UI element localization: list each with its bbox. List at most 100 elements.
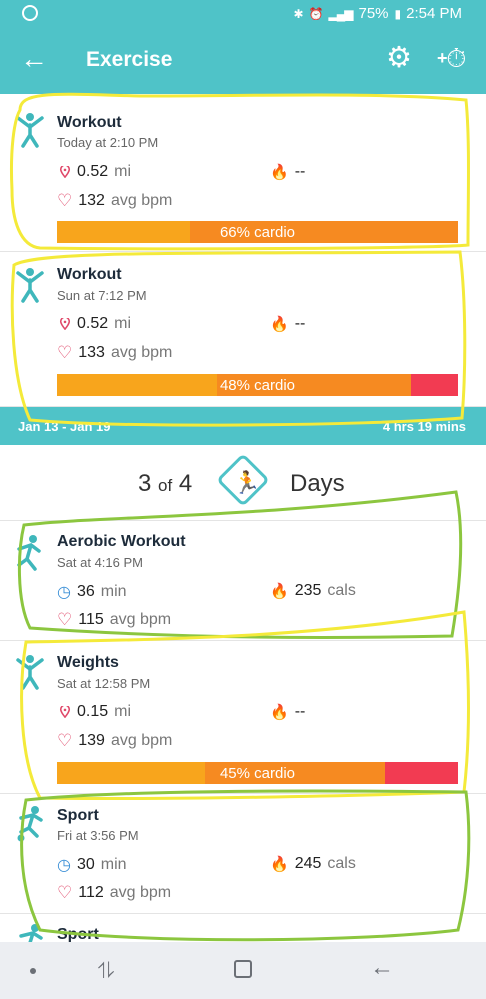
distance-value: 0.15 bbox=[77, 703, 109, 720]
workout-person-icon bbox=[16, 655, 44, 690]
exercise-time: Fri at 3:56 PM bbox=[57, 828, 139, 843]
week-summary-bar: Jan 13 - Jan 19 4 hrs 19 mins bbox=[0, 407, 486, 445]
battery-icon: ▮ bbox=[394, 6, 402, 21]
calories-stat: 🔥 -- bbox=[270, 315, 305, 333]
workout-person-icon bbox=[16, 268, 44, 303]
flame-icon: 🔥 bbox=[270, 164, 289, 181]
calories-value: -- bbox=[294, 163, 306, 180]
status-bar: ✱ ⏰ ▂▄▆ 75% ▮ 2:54 PM bbox=[0, 0, 486, 28]
week-total-duration: 4 hrs 19 mins bbox=[382, 419, 466, 434]
distance-value: 0.52 bbox=[77, 315, 109, 332]
distance-unit: mi bbox=[114, 163, 132, 180]
cardio-label: 48% cardio bbox=[219, 377, 296, 394]
heart-rate-stat: ♡ 112 avg bpm bbox=[57, 883, 171, 903]
calories-value: -- bbox=[294, 703, 306, 720]
heart-rate-stat: ♡ 133 avg bpm bbox=[57, 343, 172, 363]
exercise-card[interactable]: Workout Sun at 7:12 PM 0.52 mi 🔥 -- ♡ 13… bbox=[0, 252, 486, 407]
exercise-name: Workout bbox=[57, 266, 122, 283]
days-count: 3 of 4 bbox=[138, 470, 192, 498]
heart-icon: ♡ bbox=[57, 610, 73, 629]
flame-icon: 🔥 bbox=[270, 316, 289, 333]
bpm-unit: avg bpm bbox=[110, 732, 173, 749]
duration-unit: min bbox=[100, 856, 127, 873]
exercise-card[interactable]: Sport bbox=[0, 914, 486, 942]
days-achieved: 3 bbox=[138, 470, 152, 497]
distance-stat: 0.52 mi bbox=[59, 315, 131, 333]
flame-icon: 🔥 bbox=[270, 856, 289, 873]
clock-icon: ◷ bbox=[57, 857, 71, 874]
add-stopwatch-icon[interactable]: + ⏱ bbox=[437, 42, 467, 74]
bpm-unit: avg bpm bbox=[109, 611, 172, 628]
exercise-name: Sport bbox=[57, 807, 99, 824]
heart-icon: ♡ bbox=[57, 191, 73, 210]
bpm-unit: avg bpm bbox=[110, 344, 173, 361]
duration-stat: ◷ 30 min bbox=[57, 855, 127, 875]
exercise-card[interactable]: Workout Today at 2:10 PM 0.52 mi 🔥 -- ♡ … bbox=[0, 94, 486, 252]
clock-time: 2:54 PM bbox=[406, 5, 462, 22]
nav-back-icon[interactable]: ← bbox=[370, 954, 394, 982]
page-title: Exercise bbox=[86, 48, 173, 71]
workout-person-icon bbox=[16, 113, 44, 148]
exercise-name: Sport bbox=[57, 926, 99, 942]
heart-rate-stat: ♡ 115 avg bpm bbox=[57, 610, 171, 630]
location-pin-icon bbox=[59, 706, 71, 718]
calories-stat: 🔥 -- bbox=[270, 703, 305, 721]
home-icon[interactable] bbox=[234, 960, 252, 978]
week-range: Jan 13 - Jan 19 bbox=[18, 419, 111, 434]
exercise-card[interactable]: Sport Fri at 3:56 PM ◷ 30 min 🔥 245 cals… bbox=[0, 794, 486, 914]
duration-value: 30 bbox=[76, 856, 95, 873]
calories-stat: 🔥 235 cals bbox=[270, 582, 356, 600]
distance-unit: mi bbox=[114, 703, 132, 720]
distance-stat: 0.52 mi bbox=[59, 163, 131, 181]
exercise-time: Sun at 7:12 PM bbox=[57, 288, 147, 303]
heart-rate-stat: ♡ 132 avg bpm bbox=[57, 191, 172, 211]
running-icon: 🏃 bbox=[233, 470, 261, 495]
heart-icon: ♡ bbox=[57, 883, 73, 902]
cardio-label: 66% cardio bbox=[219, 224, 296, 241]
days-of-text: of bbox=[158, 476, 173, 495]
calories-value: 235 bbox=[294, 582, 322, 599]
calories-unit: cals bbox=[327, 855, 356, 872]
heart-icon: ♡ bbox=[57, 731, 73, 750]
exercise-time: Sat at 12:58 PM bbox=[57, 676, 151, 691]
exercise-card[interactable]: Aerobic Workout Sat at 4:16 PM ◷ 36 min … bbox=[0, 521, 486, 641]
sport-icon bbox=[19, 924, 43, 942]
cardio-bar: 45% cardio bbox=[57, 762, 458, 784]
signal-icon: ▂▄▆ bbox=[328, 6, 354, 21]
days-goal: 4 bbox=[178, 470, 193, 497]
bpm-value: 139 bbox=[78, 732, 105, 749]
bpm-value: 112 bbox=[78, 884, 104, 901]
distance-value: 0.52 bbox=[77, 163, 109, 180]
distance-unit: mi bbox=[114, 315, 132, 332]
exercise-name: Workout bbox=[57, 114, 122, 131]
heart-icon: ♡ bbox=[57, 343, 73, 362]
battery-percent: 75% bbox=[358, 5, 389, 22]
exercise-name: Weights bbox=[57, 654, 119, 671]
system-nav-bar: ⥮ ← bbox=[0, 942, 486, 999]
exercise-name: Aerobic Workout bbox=[57, 533, 186, 550]
bpm-unit: avg bpm bbox=[109, 884, 172, 901]
duration-stat: ◷ 36 min bbox=[57, 582, 127, 602]
cardio-bar: 48% cardio bbox=[57, 374, 458, 396]
back-arrow-icon[interactable]: ← bbox=[20, 45, 48, 73]
exercise-time: Sat at 4:16 PM bbox=[57, 555, 143, 570]
bpm-value: 115 bbox=[78, 611, 104, 628]
running-icon bbox=[17, 535, 41, 571]
duration-unit: min bbox=[100, 583, 127, 600]
clock-icon: ◷ bbox=[57, 584, 71, 601]
exercise-card[interactable]: Weights Sat at 12:58 PM 0.15 mi 🔥 -- ♡ 1… bbox=[0, 641, 486, 794]
nav-dot-icon bbox=[30, 968, 36, 974]
bpm-value: 133 bbox=[78, 344, 105, 361]
days-goal-row: 3 of 4 🏃 Days bbox=[0, 445, 486, 521]
calories-unit: cals bbox=[327, 582, 356, 599]
alarm-icon: ⏰ bbox=[308, 6, 324, 21]
flame-icon: 🔥 bbox=[270, 704, 289, 721]
recent-apps-icon[interactable]: ⥮ bbox=[98, 958, 114, 984]
app-bar: ← Exercise ⚙ + ⏱ bbox=[0, 28, 486, 94]
flame-icon: 🔥 bbox=[270, 583, 289, 600]
cardio-bar: 66% cardio bbox=[57, 221, 458, 243]
calories-value: -- bbox=[294, 315, 306, 332]
duration-value: 36 bbox=[76, 583, 95, 600]
gear-icon[interactable]: ⚙ bbox=[386, 42, 412, 74]
bpm-unit: avg bpm bbox=[110, 192, 173, 209]
